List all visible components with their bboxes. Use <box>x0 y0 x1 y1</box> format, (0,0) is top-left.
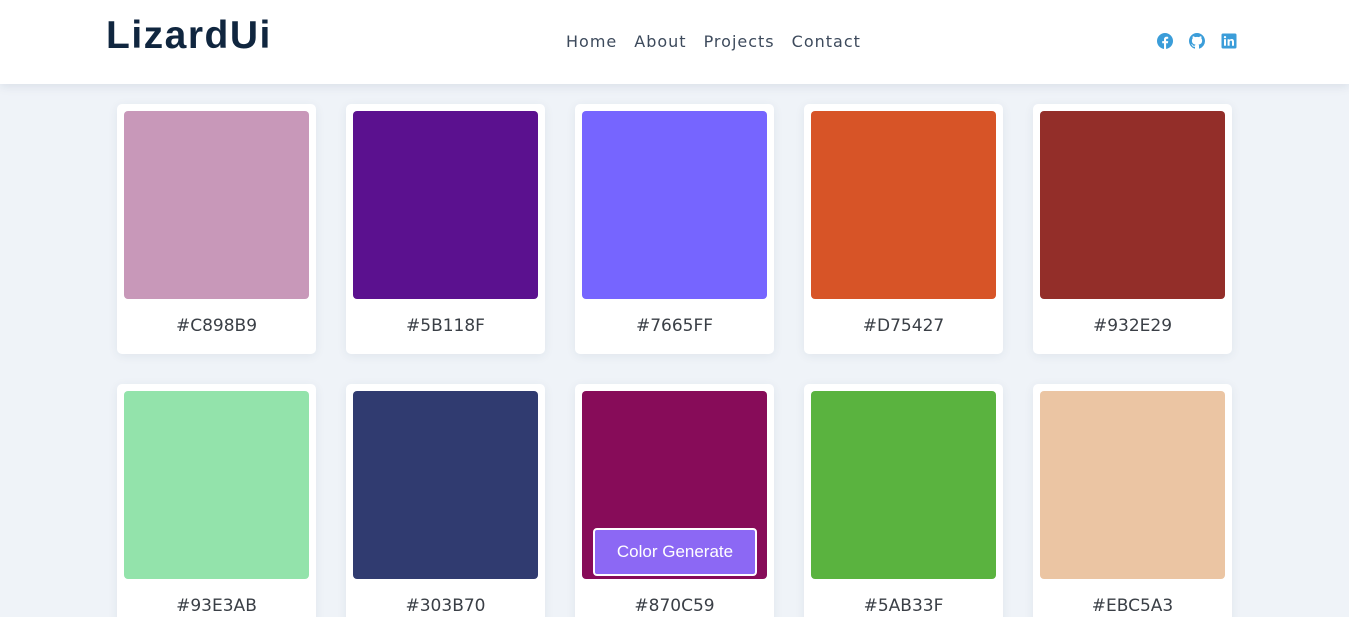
color-card[interactable]: #5AB33F <box>804 384 1003 617</box>
color-card[interactable]: #7665FF <box>575 104 774 354</box>
nav-link-about[interactable]: About <box>634 31 686 53</box>
main-nav: Home About Projects Contact <box>566 31 861 53</box>
color-hex-label: #D75427 <box>862 316 945 336</box>
social-links <box>1157 33 1237 49</box>
color-card[interactable]: #EBC5A3 <box>1033 384 1232 617</box>
color-hex-label: #93E3AB <box>176 596 257 616</box>
color-card[interactable]: #93E3AB <box>117 384 316 617</box>
github-icon[interactable] <box>1189 33 1205 49</box>
color-hex-label: #7665FF <box>635 316 714 336</box>
color-hex-label: #5AB33F <box>863 596 944 616</box>
color-card[interactable]: #5B118F <box>346 104 545 354</box>
color-card[interactable]: #870C59 <box>575 384 774 617</box>
color-hex-label: #EBC5A3 <box>1091 596 1174 616</box>
nav-link-contact[interactable]: Contact <box>792 31 861 53</box>
color-card[interactable]: #D75427 <box>804 104 1003 354</box>
color-swatch[interactable] <box>1040 111 1225 299</box>
color-palette-grid: #C898B9 #5B118F #7665FF #D75427 #932E29 … <box>0 0 1349 617</box>
color-swatch[interactable] <box>124 391 309 579</box>
color-hex-label: #C898B9 <box>175 316 258 336</box>
color-card[interactable]: #932E29 <box>1033 104 1232 354</box>
site-header: LizardUi Home About Projects Contact <box>0 0 1349 84</box>
color-swatch[interactable] <box>124 111 309 299</box>
color-card[interactable]: #C898B9 <box>117 104 316 354</box>
site-logo[interactable]: LizardUi <box>106 13 272 59</box>
color-swatch[interactable] <box>811 391 996 579</box>
nav-link-home[interactable]: Home <box>566 31 617 53</box>
color-hex-label: #932E29 <box>1092 316 1173 336</box>
color-card[interactable]: #303B70 <box>346 384 545 617</box>
color-generate-button[interactable]: Color Generate <box>593 528 757 576</box>
color-hex-label: #5B118F <box>406 316 485 336</box>
nav-link-projects[interactable]: Projects <box>704 31 775 53</box>
color-swatch[interactable] <box>353 391 538 579</box>
color-swatch[interactable] <box>811 111 996 299</box>
linkedin-icon[interactable] <box>1221 33 1237 49</box>
color-swatch[interactable] <box>1040 391 1225 579</box>
color-swatch[interactable] <box>353 111 538 299</box>
color-swatch[interactable] <box>582 111 767 299</box>
facebook-icon[interactable] <box>1157 33 1173 49</box>
color-hex-label: #870C59 <box>634 596 715 616</box>
color-hex-label: #303B70 <box>405 596 486 616</box>
